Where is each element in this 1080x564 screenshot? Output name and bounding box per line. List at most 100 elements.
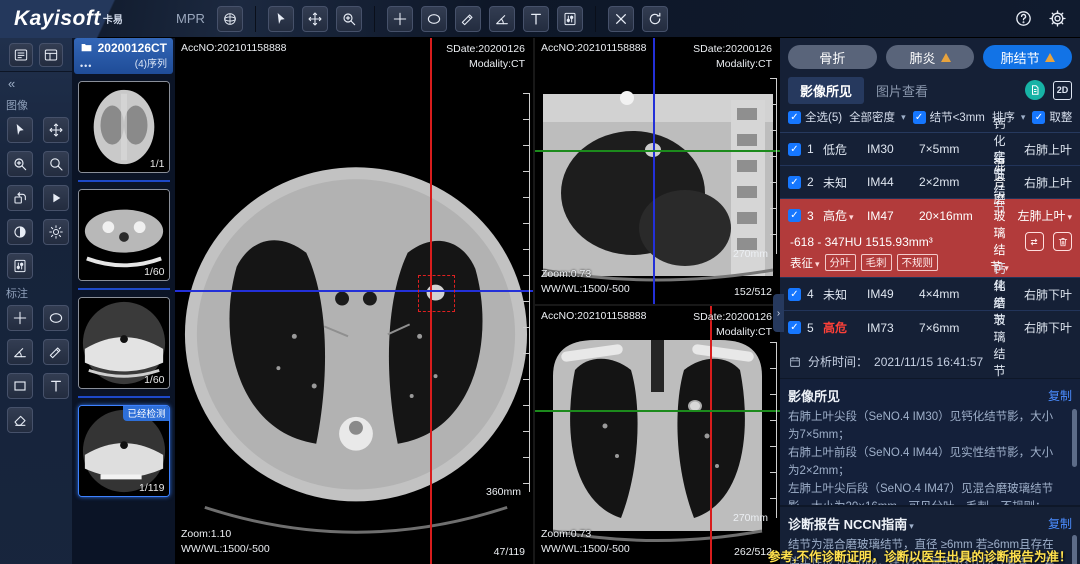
- crosshair-icon[interactable]: [387, 6, 413, 32]
- checkbox[interactable]: ✓: [788, 321, 801, 334]
- viewport-axial[interactable]: 360mm AccNO:202101158888 SDate:20200126 …: [175, 38, 535, 564]
- nodule-number: 3: [807, 209, 823, 223]
- sidebar-collapse[interactable]: «: [0, 72, 72, 91]
- filter-density-dropdown[interactable]: 全部密度▾: [849, 109, 906, 125]
- zoom-in-icon[interactable]: [7, 151, 33, 177]
- nodule-row[interactable]: ✓ 5 高危 IM73 7×6mm 纯磨玻璃结节 右肺下叶: [780, 311, 1080, 344]
- contrast-icon[interactable]: [7, 219, 33, 245]
- nodule-location-dropdown[interactable]: 左肺上叶▾: [1010, 207, 1072, 224]
- checkbox[interactable]: ✓: [788, 143, 801, 156]
- image-tools-label: 图像: [0, 91, 72, 117]
- 2d-toggle[interactable]: 2D: [1053, 81, 1072, 100]
- crosshair-horizontal-green[interactable]: [535, 150, 780, 152]
- crosshair-icon[interactable]: [7, 305, 33, 331]
- folder-icon: [80, 41, 93, 59]
- feature-dropdown[interactable]: 表征▾: [790, 255, 820, 271]
- nodule-row-selected[interactable]: ✓ 3 高危▾ IM47 20×16mm 混合磨玻璃结节▾ 左肺上叶▾ -618…: [780, 199, 1080, 278]
- series-header[interactable]: ••• 20200126CT (4)序列: [74, 38, 173, 74]
- ai-module-tabs: 骨折 肺炎 肺结节: [780, 38, 1080, 75]
- panel-collapse-handle[interactable]: ›: [773, 294, 784, 332]
- filter-small-nodule[interactable]: ✓ 结节<3mm: [913, 109, 985, 125]
- viewport-coronal[interactable]: 270mm AccNO:202101158888 SDate:20200126 …: [535, 306, 780, 564]
- nodule-risk: 未知: [823, 174, 867, 191]
- trash-icon[interactable]: [1053, 232, 1072, 251]
- close-icon[interactable]: [608, 6, 634, 32]
- brightness-icon[interactable]: [43, 219, 69, 245]
- tab-lung-nodule[interactable]: 肺结节: [983, 45, 1072, 69]
- checkbox[interactable]: ✓: [913, 111, 926, 124]
- nodule-row[interactable]: ✓ 4 未知 IM49 4×4mm 钙化结节 右肺下叶: [780, 278, 1080, 311]
- zoom-level: Zoom:0.73: [541, 267, 630, 283]
- filter-round[interactable]: ✓ 取整: [1032, 109, 1072, 125]
- scrollbar-thumb[interactable]: [1072, 409, 1077, 467]
- feature-chip[interactable]: 分叶: [825, 254, 856, 271]
- scale-label: 360mm: [486, 486, 521, 498]
- zoom-in-icon[interactable]: [336, 6, 362, 32]
- modality: Modality:CT: [693, 325, 772, 340]
- copy-report-button[interactable]: 复制: [1048, 515, 1072, 532]
- feature-chip[interactable]: 毛刺: [861, 254, 892, 271]
- pan-icon[interactable]: [43, 117, 69, 143]
- levels-icon[interactable]: [7, 253, 33, 279]
- rotate-icon[interactable]: [7, 185, 33, 211]
- copy-findings-button[interactable]: 复制: [1048, 387, 1072, 404]
- pencil-icon[interactable]: [455, 6, 481, 32]
- layout-icon[interactable]: [39, 43, 63, 67]
- thumbnail-axial-soft[interactable]: 1/60: [78, 189, 170, 281]
- cursor-icon[interactable]: [7, 117, 33, 143]
- checkbox[interactable]: ✓: [788, 111, 801, 124]
- report-guideline-dropdown[interactable]: NCCN指南▾: [844, 517, 914, 532]
- cursor-icon[interactable]: [268, 6, 294, 32]
- series-list-icon[interactable]: [9, 43, 33, 67]
- tab-fracture[interactable]: 骨折: [788, 45, 877, 69]
- checkbox[interactable]: ✓: [788, 288, 801, 301]
- tab-image-findings[interactable]: 影像所见: [788, 77, 864, 104]
- nodule-risk-dropdown[interactable]: 高危▾: [823, 207, 867, 224]
- feature-chip[interactable]: 不规则: [897, 254, 939, 271]
- report-icon[interactable]: [1025, 80, 1045, 100]
- tab-pneumonia[interactable]: 肺炎: [886, 45, 975, 69]
- more-icon[interactable]: •••: [80, 61, 93, 71]
- help-icon[interactable]: [1010, 6, 1036, 32]
- nodule-detection-box[interactable]: [418, 275, 455, 312]
- tab-label: 肺结节: [1001, 48, 1040, 67]
- swap-icon[interactable]: [1025, 232, 1044, 251]
- search-icon[interactable]: [43, 151, 69, 177]
- tab-image-view[interactable]: 图片查看: [864, 77, 940, 104]
- checkbox[interactable]: ✓: [1032, 111, 1045, 124]
- ellipse-icon[interactable]: [43, 305, 69, 331]
- crosshair-horizontal-green[interactable]: [535, 410, 780, 412]
- rectangle-icon[interactable]: [7, 373, 33, 399]
- crosshair-horizontal-blue[interactable]: [175, 290, 533, 292]
- nodule-row[interactable]: ✓ 2 未知 IM44 2×2mm 实性结节 右肺上叶: [780, 166, 1080, 199]
- crosshair-vertical-blue[interactable]: [653, 38, 655, 304]
- eraser-icon[interactable]: [7, 407, 33, 433]
- ellipse-icon[interactable]: [421, 6, 447, 32]
- thumbnail-axial-detected[interactable]: 已经检测 1/119: [78, 405, 170, 497]
- calendar-icon: [788, 355, 802, 369]
- reset-icon[interactable]: [642, 6, 668, 32]
- findings-title: 影像所见: [788, 386, 840, 405]
- checkbox[interactable]: ✓: [788, 209, 801, 222]
- pan-icon[interactable]: [302, 6, 328, 32]
- checkbox[interactable]: ✓: [788, 176, 801, 189]
- nodule-row[interactable]: ✓ 1 低危 IM30 7×5mm 钙化结节 右肺上叶: [780, 133, 1080, 166]
- play-icon[interactable]: [43, 185, 69, 211]
- viewport-sagittal[interactable]: 270mm AccNO:202101158888 SDate:20200126 …: [535, 38, 780, 306]
- text-icon[interactable]: [523, 6, 549, 32]
- angle-icon[interactable]: [489, 6, 515, 32]
- pencil-icon[interactable]: [43, 339, 69, 365]
- filter-select-all[interactable]: ✓ 全选(5): [788, 109, 842, 125]
- crosshair-vertical-red[interactable]: [710, 306, 712, 564]
- mpr-icon[interactable]: [217, 6, 243, 32]
- thumbnail-axial-lung[interactable]: 1/60: [78, 297, 170, 389]
- levels-icon[interactable]: [557, 6, 583, 32]
- angle-icon[interactable]: [7, 339, 33, 365]
- scale-ruler: [523, 93, 530, 492]
- text-icon[interactable]: [43, 373, 69, 399]
- findings-line: 右肺上叶尖段（SeNO.4 IM30）见钙化结节影，大小为7×5mm；: [788, 409, 1060, 445]
- nodule-type-dropdown[interactable]: 混合磨玻璃结节▾: [989, 156, 1010, 275]
- ai-analysis-panel: 骨折 肺炎 肺结节 影像所见 图片查看 2D ✓ 全选(5) 全: [780, 38, 1080, 564]
- thumbnail-scout[interactable]: 1/1: [78, 81, 170, 173]
- gear-icon[interactable]: [1044, 6, 1070, 32]
